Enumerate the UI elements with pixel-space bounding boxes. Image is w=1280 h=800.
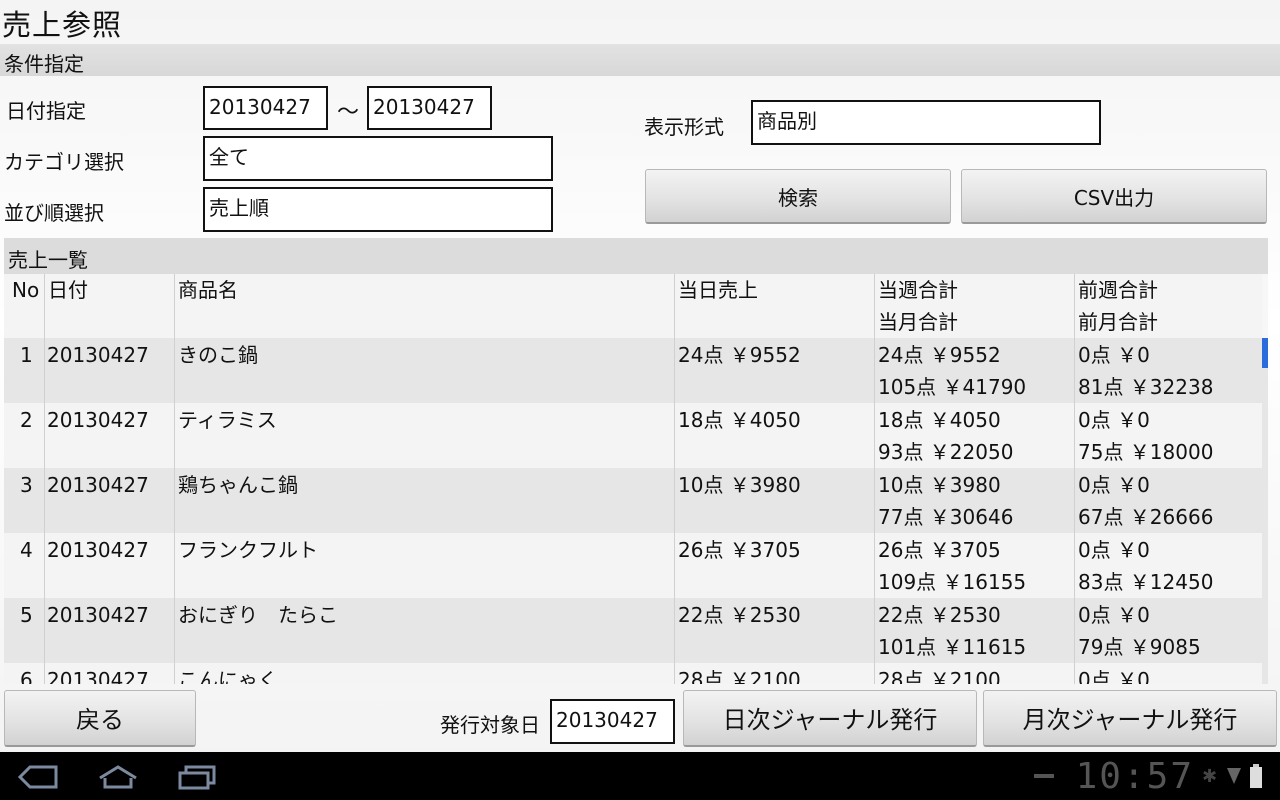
battery-icon — [1250, 764, 1262, 792]
date-from-field[interactable]: 20130427 — [203, 86, 328, 130]
issue-date-label: 発行対象日 — [440, 713, 540, 737]
system-navigation-bar: 10:57 ✱ — [0, 752, 1280, 800]
row-month-total: 109点 ￥16155 — [878, 570, 1027, 594]
header-product: 商品名 — [178, 278, 238, 302]
table-scrollbar[interactable] — [1262, 338, 1268, 684]
row-week-total: 26点 ￥3705 — [878, 538, 1001, 562]
display-format-label: 表示形式 — [644, 115, 724, 139]
table-header-row: No 日付 商品名 当日売上 当週合計 当月合計 前週合計 前月合計 — [4, 274, 1262, 338]
header-date: 日付 — [48, 278, 88, 302]
row-product: ティラミス — [178, 408, 277, 432]
row-product: フランクフルト — [178, 538, 318, 562]
header-prev-month-total: 前月合計 — [1078, 310, 1158, 334]
row-day-sales: 10点 ￥3980 — [678, 473, 801, 497]
row-date: 20130427 — [47, 343, 149, 367]
header-day-sales: 当日売上 — [678, 278, 758, 302]
row-week-total: 18点 ￥4050 — [878, 408, 1001, 432]
row-date: 20130427 — [47, 603, 149, 627]
row-day-sales: 28点 ￥2100 — [678, 668, 801, 684]
row-prev-month-total: 67点 ￥26666 — [1078, 505, 1214, 529]
row-no: 4 — [20, 538, 33, 562]
row-product: 鶏ちゃんこ鍋 — [178, 473, 298, 497]
sales-table: 売上一覧 No 日付 商品名 当日売上 当週合計 当月合計 前週合計 前月合計 … — [4, 238, 1268, 684]
row-no: 3 — [20, 473, 33, 497]
sort-label: 並び順選択 — [4, 201, 104, 225]
row-no: 1 — [20, 343, 33, 367]
row-prev-week-total: 0点 ￥0 — [1078, 473, 1150, 497]
row-prev-week-total: 0点 ￥0 — [1078, 538, 1150, 562]
issue-date-field[interactable]: 20130427 — [550, 699, 675, 744]
row-date: 20130427 — [47, 668, 149, 684]
sort-select[interactable]: 売上順 — [203, 187, 553, 232]
table-row[interactable]: 6 20130427 こんにゃく 28点 ￥2100 28点 ￥2100 0点 … — [4, 663, 1262, 684]
csv-export-button[interactable]: CSV出力 — [961, 169, 1267, 224]
row-day-sales: 18点 ￥4050 — [678, 408, 801, 432]
row-prev-month-total: 81点 ￥32238 — [1078, 375, 1214, 399]
sales-list-title: 売上一覧 — [4, 238, 1268, 274]
row-prev-week-total: 0点 ￥0 — [1078, 668, 1150, 684]
row-month-total: 105点 ￥41790 — [878, 375, 1027, 399]
search-button[interactable]: 検索 — [645, 169, 951, 224]
table-scrollbar-thumb[interactable] — [1262, 338, 1268, 368]
clock: 10:57 — [1075, 756, 1194, 797]
date-range-separator: ～ — [337, 100, 360, 125]
header-prev-week-total: 前週合計 — [1078, 278, 1158, 302]
row-prev-month-total: 79点 ￥9085 — [1078, 635, 1201, 659]
category-select[interactable]: 全て — [203, 136, 553, 181]
row-month-total: 77点 ￥30646 — [878, 505, 1014, 529]
row-day-sales: 26点 ￥3705 — [678, 538, 801, 562]
home-icon[interactable] — [96, 764, 140, 794]
header-no: No — [12, 278, 40, 302]
row-product: こんにゃく — [178, 668, 278, 684]
row-no: 5 — [20, 603, 33, 627]
row-product: おにぎり たらこ — [178, 603, 338, 627]
table-row[interactable]: 2 20130427 ティラミス 18点 ￥4050 18点 ￥4050 93点… — [4, 403, 1262, 468]
date-label: 日付指定 — [6, 99, 86, 123]
row-no: 6 — [20, 668, 33, 684]
row-day-sales: 22点 ￥2530 — [678, 603, 801, 627]
row-day-sales: 24点 ￥9552 — [678, 343, 801, 367]
row-prev-week-total: 0点 ￥0 — [1078, 408, 1150, 432]
row-week-total: 28点 ￥2100 — [878, 668, 1001, 684]
row-prev-month-total: 83点 ￥12450 — [1078, 570, 1214, 594]
row-date: 20130427 — [47, 473, 149, 497]
table-row[interactable]: 1 20130427 きのこ鍋 24点 ￥9552 24点 ￥9552 105点… — [4, 338, 1262, 403]
table-row[interactable]: 4 20130427 フランクフルト 26点 ￥3705 26点 ￥3705 1… — [4, 533, 1262, 598]
row-no: 2 — [20, 408, 33, 432]
row-week-total: 10点 ￥3980 — [878, 473, 1001, 497]
bluetooth-icon: ✱ — [1202, 766, 1218, 787]
row-week-total: 24点 ￥9552 — [878, 343, 1001, 367]
row-product: きのこ鍋 — [178, 343, 258, 367]
header-month-total: 当月合計 — [878, 310, 958, 334]
row-date: 20130427 — [47, 538, 149, 562]
date-to-field[interactable]: 20130427 — [367, 86, 492, 130]
category-label: カテゴリ選択 — [4, 150, 124, 174]
row-prev-week-total: 0点 ￥0 — [1078, 343, 1150, 367]
row-date: 20130427 — [47, 408, 149, 432]
display-format-select[interactable]: 商品別 — [751, 100, 1101, 145]
header-week-total: 当週合計 — [878, 278, 958, 302]
monthly-journal-button[interactable]: 月次ジャーナル発行 — [983, 690, 1277, 747]
row-week-total: 22点 ￥2530 — [878, 603, 1001, 627]
row-prev-week-total: 0点 ￥0 — [1078, 603, 1150, 627]
row-month-total: 93点 ￥22050 — [878, 440, 1014, 464]
back-button[interactable]: 戻る — [4, 690, 196, 747]
recent-apps-icon[interactable] — [176, 764, 220, 794]
signal-icon — [1226, 766, 1242, 790]
notification-dash-icon — [1034, 774, 1054, 778]
table-row[interactable]: 3 20130427 鶏ちゃんこ鍋 10点 ￥3980 10点 ￥3980 77… — [4, 468, 1262, 533]
back-icon[interactable] — [16, 764, 60, 794]
conditions-section-header: 条件指定 — [0, 44, 1280, 76]
daily-journal-button[interactable]: 日次ジャーナル発行 — [683, 690, 977, 747]
table-row[interactable]: 5 20130427 おにぎり たらこ 22点 ￥2530 22点 ￥2530 … — [4, 598, 1262, 663]
row-month-total: 101点 ￥11615 — [878, 635, 1027, 659]
row-prev-month-total: 75点 ￥18000 — [1078, 440, 1214, 464]
page-title: 売上参照 — [2, 8, 123, 42]
